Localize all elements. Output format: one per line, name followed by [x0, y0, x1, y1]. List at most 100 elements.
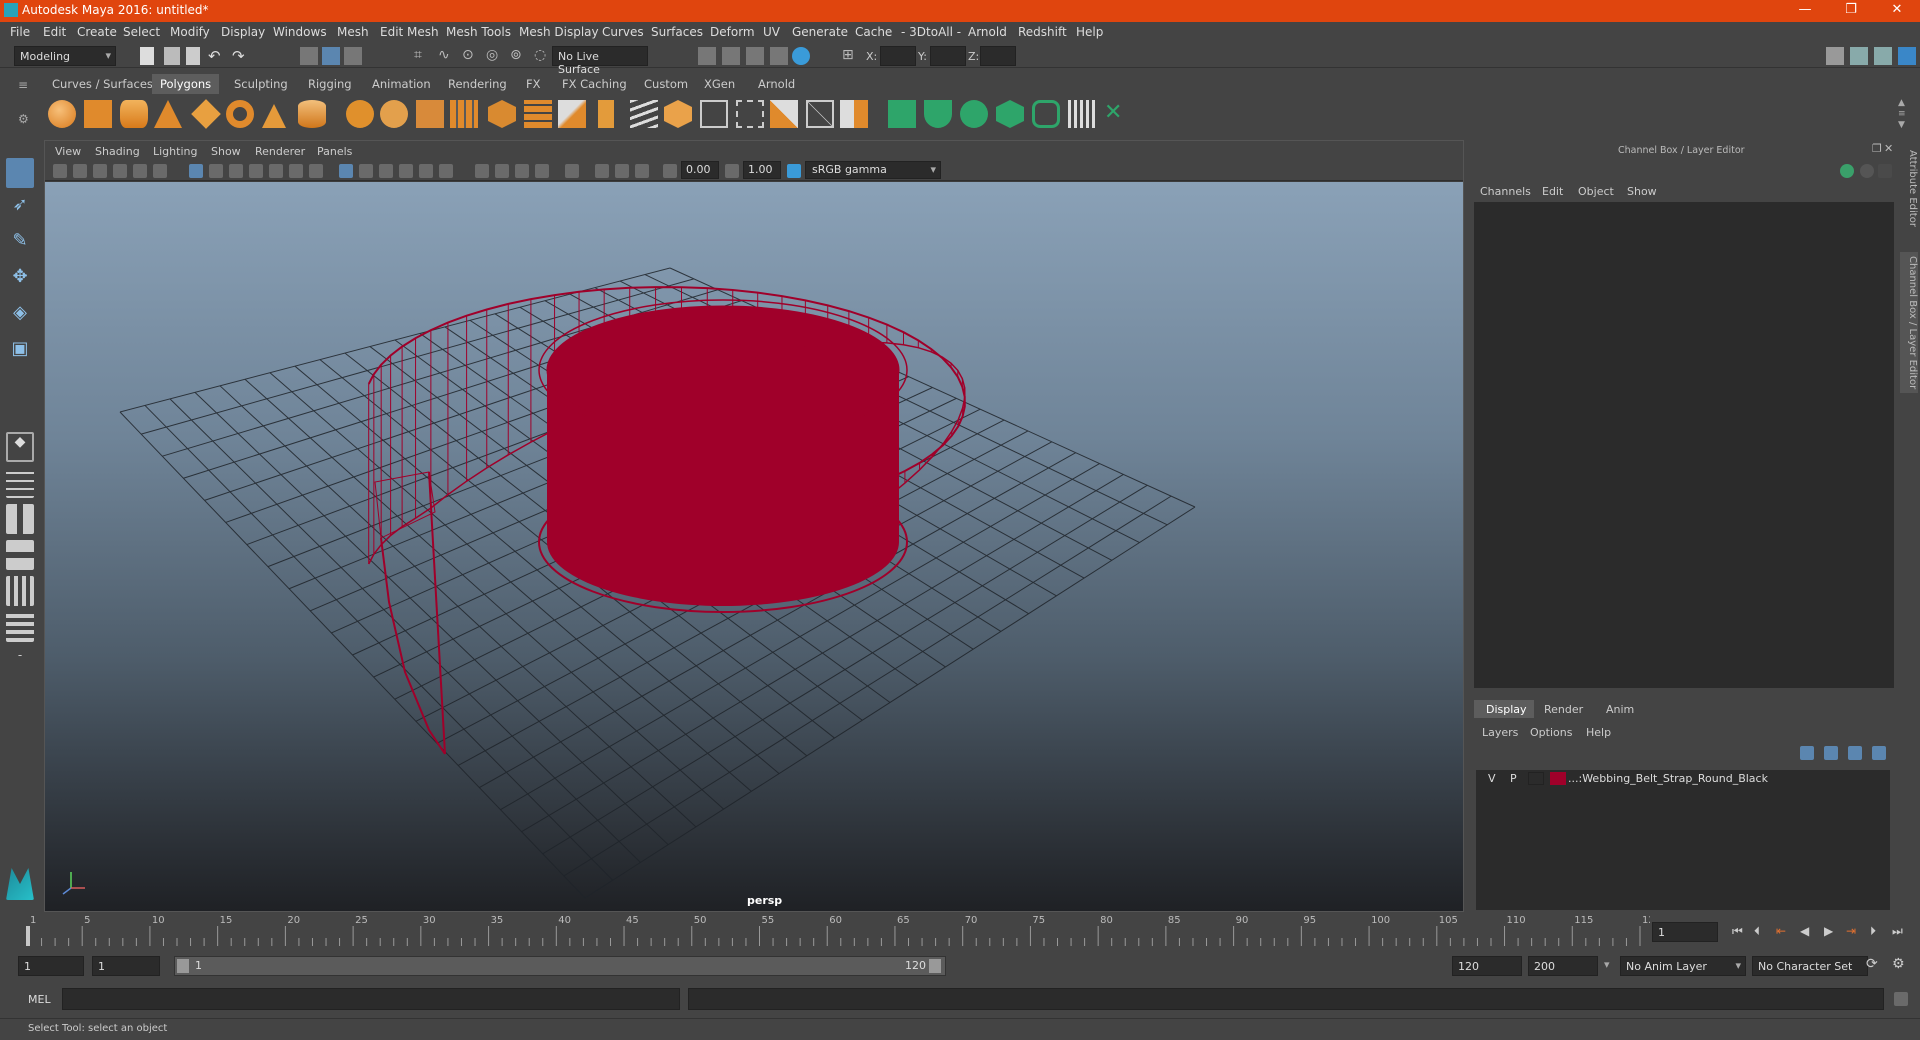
persp-outliner-layout-icon[interactable]	[6, 504, 34, 534]
exposure-icon[interactable]	[663, 164, 677, 178]
bridge-icon[interactable]	[664, 100, 692, 128]
make-live-icon[interactable]: ◌	[534, 47, 552, 65]
tool-settings-toggle-icon[interactable]	[1874, 47, 1892, 65]
spherical-mapping-icon[interactable]	[960, 100, 988, 128]
viewport-menu-view[interactable]: View	[55, 145, 81, 158]
wireframe-icon[interactable]	[339, 164, 353, 178]
webbing-belt-strap-mesh[interactable]	[367, 286, 966, 755]
chevron-down-icon[interactable]: ▾	[1604, 958, 1610, 971]
custom-layout-icon[interactable]: -	[6, 648, 34, 668]
tab-animation[interactable]: Animation	[364, 74, 439, 94]
menu-cache[interactable]: Cache	[855, 25, 892, 39]
poly-cube-icon[interactable]	[84, 100, 112, 128]
xray-joints-icon[interactable]	[615, 164, 629, 178]
transform-constraint-icon[interactable]: ⊞	[842, 47, 860, 65]
layer-tab-anim[interactable]: Anim	[1606, 703, 1634, 716]
persp-graph-layout-icon[interactable]	[6, 540, 34, 570]
hypershade-layout-icon[interactable]	[6, 576, 34, 606]
menu-edit-mesh[interactable]: Edit Mesh	[380, 25, 439, 39]
layer-row[interactable]: V P ...:Webbing_Belt_Strap_Round_Black	[1476, 770, 1890, 788]
auto-key-icon[interactable]: ⟳	[1866, 956, 1878, 972]
tab-xgen[interactable]: XGen	[696, 74, 743, 94]
snap-live-icon[interactable]: ⊚	[510, 47, 528, 65]
menu-deform[interactable]: Deform	[710, 25, 755, 39]
shelf-menu-icon[interactable]: ≡	[18, 78, 32, 92]
extract-icon[interactable]	[416, 100, 444, 128]
rotate-tool-icon[interactable]: ◈	[6, 302, 34, 332]
menu-create[interactable]: Create	[77, 25, 117, 39]
extrude-icon[interactable]	[598, 100, 614, 128]
poly-cone-icon[interactable]	[154, 100, 182, 128]
field-chart-icon[interactable]	[269, 164, 283, 178]
minimize-button[interactable]: —	[1782, 0, 1828, 22]
animation-preferences-icon[interactable]: ⚙	[1892, 956, 1905, 972]
menu-windows[interactable]: Windows	[273, 25, 327, 39]
screen-space-ao-icon[interactable]	[475, 164, 489, 178]
safe-action-icon[interactable]	[289, 164, 303, 178]
append-polygon-icon[interactable]	[770, 100, 798, 128]
separate-icon[interactable]	[380, 100, 408, 128]
step-back-icon[interactable]: ⏴	[1754, 924, 1760, 939]
select-tool-icon[interactable]	[6, 158, 34, 188]
script-editor-icon[interactable]	[1894, 992, 1908, 1006]
step-back-key-icon[interactable]: ⇤	[1776, 924, 1786, 938]
range-slider-left-handle[interactable]	[177, 959, 189, 973]
gamma-icon[interactable]	[725, 164, 739, 178]
tab-fx-caching[interactable]: FX Caching	[554, 74, 635, 94]
grid-toggle-icon[interactable]	[189, 164, 203, 178]
scene-view[interactable]	[45, 182, 1463, 911]
layer-display-type-toggle[interactable]	[1528, 772, 1544, 785]
tab-curves-surfaces[interactable]: Curves / Surfaces	[44, 74, 161, 94]
combine-icon[interactable]	[346, 100, 374, 128]
two-d-pan-zoom-icon[interactable]	[133, 164, 147, 178]
layer-menu-layers[interactable]: Layers	[1482, 726, 1518, 739]
scale-tool-icon[interactable]: ▣	[6, 338, 34, 368]
safe-title-icon[interactable]	[309, 164, 323, 178]
current-frame-field[interactable]: 1	[1652, 922, 1718, 942]
layer-visibility-toggle[interactable]: V	[1488, 772, 1496, 785]
viewport-menu-renderer[interactable]: Renderer	[255, 145, 305, 158]
playback-start-field[interactable]: 1	[92, 956, 160, 976]
layer-menu-options[interactable]: Options	[1530, 726, 1572, 739]
menu-set-dropdown[interactable]: Modeling ▾	[14, 46, 116, 66]
layer-menu-help[interactable]: Help	[1586, 726, 1611, 739]
wireframe-on-shaded-icon[interactable]	[379, 164, 393, 178]
menu-mesh-tools[interactable]: Mesh Tools	[446, 25, 511, 39]
film-gate-icon[interactable]	[209, 164, 223, 178]
float-panel-icon[interactable]: ❐	[1872, 142, 1882, 155]
channel-menu-channels[interactable]: Channels	[1480, 185, 1531, 198]
layer-playback-toggle[interactable]: P	[1510, 772, 1517, 785]
select-by-hierarchy-icon[interactable]	[300, 47, 318, 65]
open-scene-icon[interactable]	[164, 47, 180, 65]
fill-hole-icon[interactable]	[700, 100, 728, 128]
x-coordinate-field[interactable]	[880, 46, 916, 66]
smooth-shade-icon[interactable]	[359, 164, 373, 178]
playback-end-field[interactable]: 120	[1452, 956, 1522, 976]
unfold-icon[interactable]	[1032, 100, 1060, 128]
tab-sculpting[interactable]: Sculpting	[226, 74, 296, 94]
attribute-editor-toggle-icon[interactable]	[1850, 47, 1868, 65]
outliner-layout-icon[interactable]	[6, 612, 34, 642]
viewport-menu-lighting[interactable]: Lighting	[153, 145, 197, 158]
shelf-settings-icon[interactable]: ⚙	[18, 112, 32, 126]
resolution-gate-icon[interactable]	[229, 164, 243, 178]
animation-start-field[interactable]: 1	[18, 956, 84, 976]
merge-icon[interactable]	[736, 100, 764, 128]
new-scene-icon[interactable]	[140, 47, 154, 65]
y-coordinate-field[interactable]	[930, 46, 966, 66]
multi-cut-icon[interactable]	[558, 100, 586, 128]
paint-select-tool-icon[interactable]: ✎	[6, 230, 34, 260]
viewport-menu-panels[interactable]: Panels	[317, 145, 352, 158]
tab-arnold[interactable]: Arnold	[750, 74, 803, 94]
anim-layer-dropdown[interactable]: No Anim Layer ▾	[1620, 956, 1746, 976]
exposure-field[interactable]: 0.00	[681, 161, 719, 179]
menu-surfaces[interactable]: Surfaces	[651, 25, 703, 39]
close-button[interactable]: ✕	[1874, 0, 1920, 22]
move-layer-down-icon[interactable]	[1824, 746, 1838, 760]
new-layer-from-selected-icon[interactable]	[1872, 746, 1886, 760]
channel-menu-edit[interactable]: Edit	[1542, 185, 1563, 198]
snap-grid-icon[interactable]: ⌗	[414, 47, 432, 65]
channel-box-option2-icon[interactable]	[1860, 164, 1874, 178]
z-coordinate-field[interactable]	[980, 46, 1016, 66]
ipr-render-icon[interactable]	[746, 47, 764, 65]
